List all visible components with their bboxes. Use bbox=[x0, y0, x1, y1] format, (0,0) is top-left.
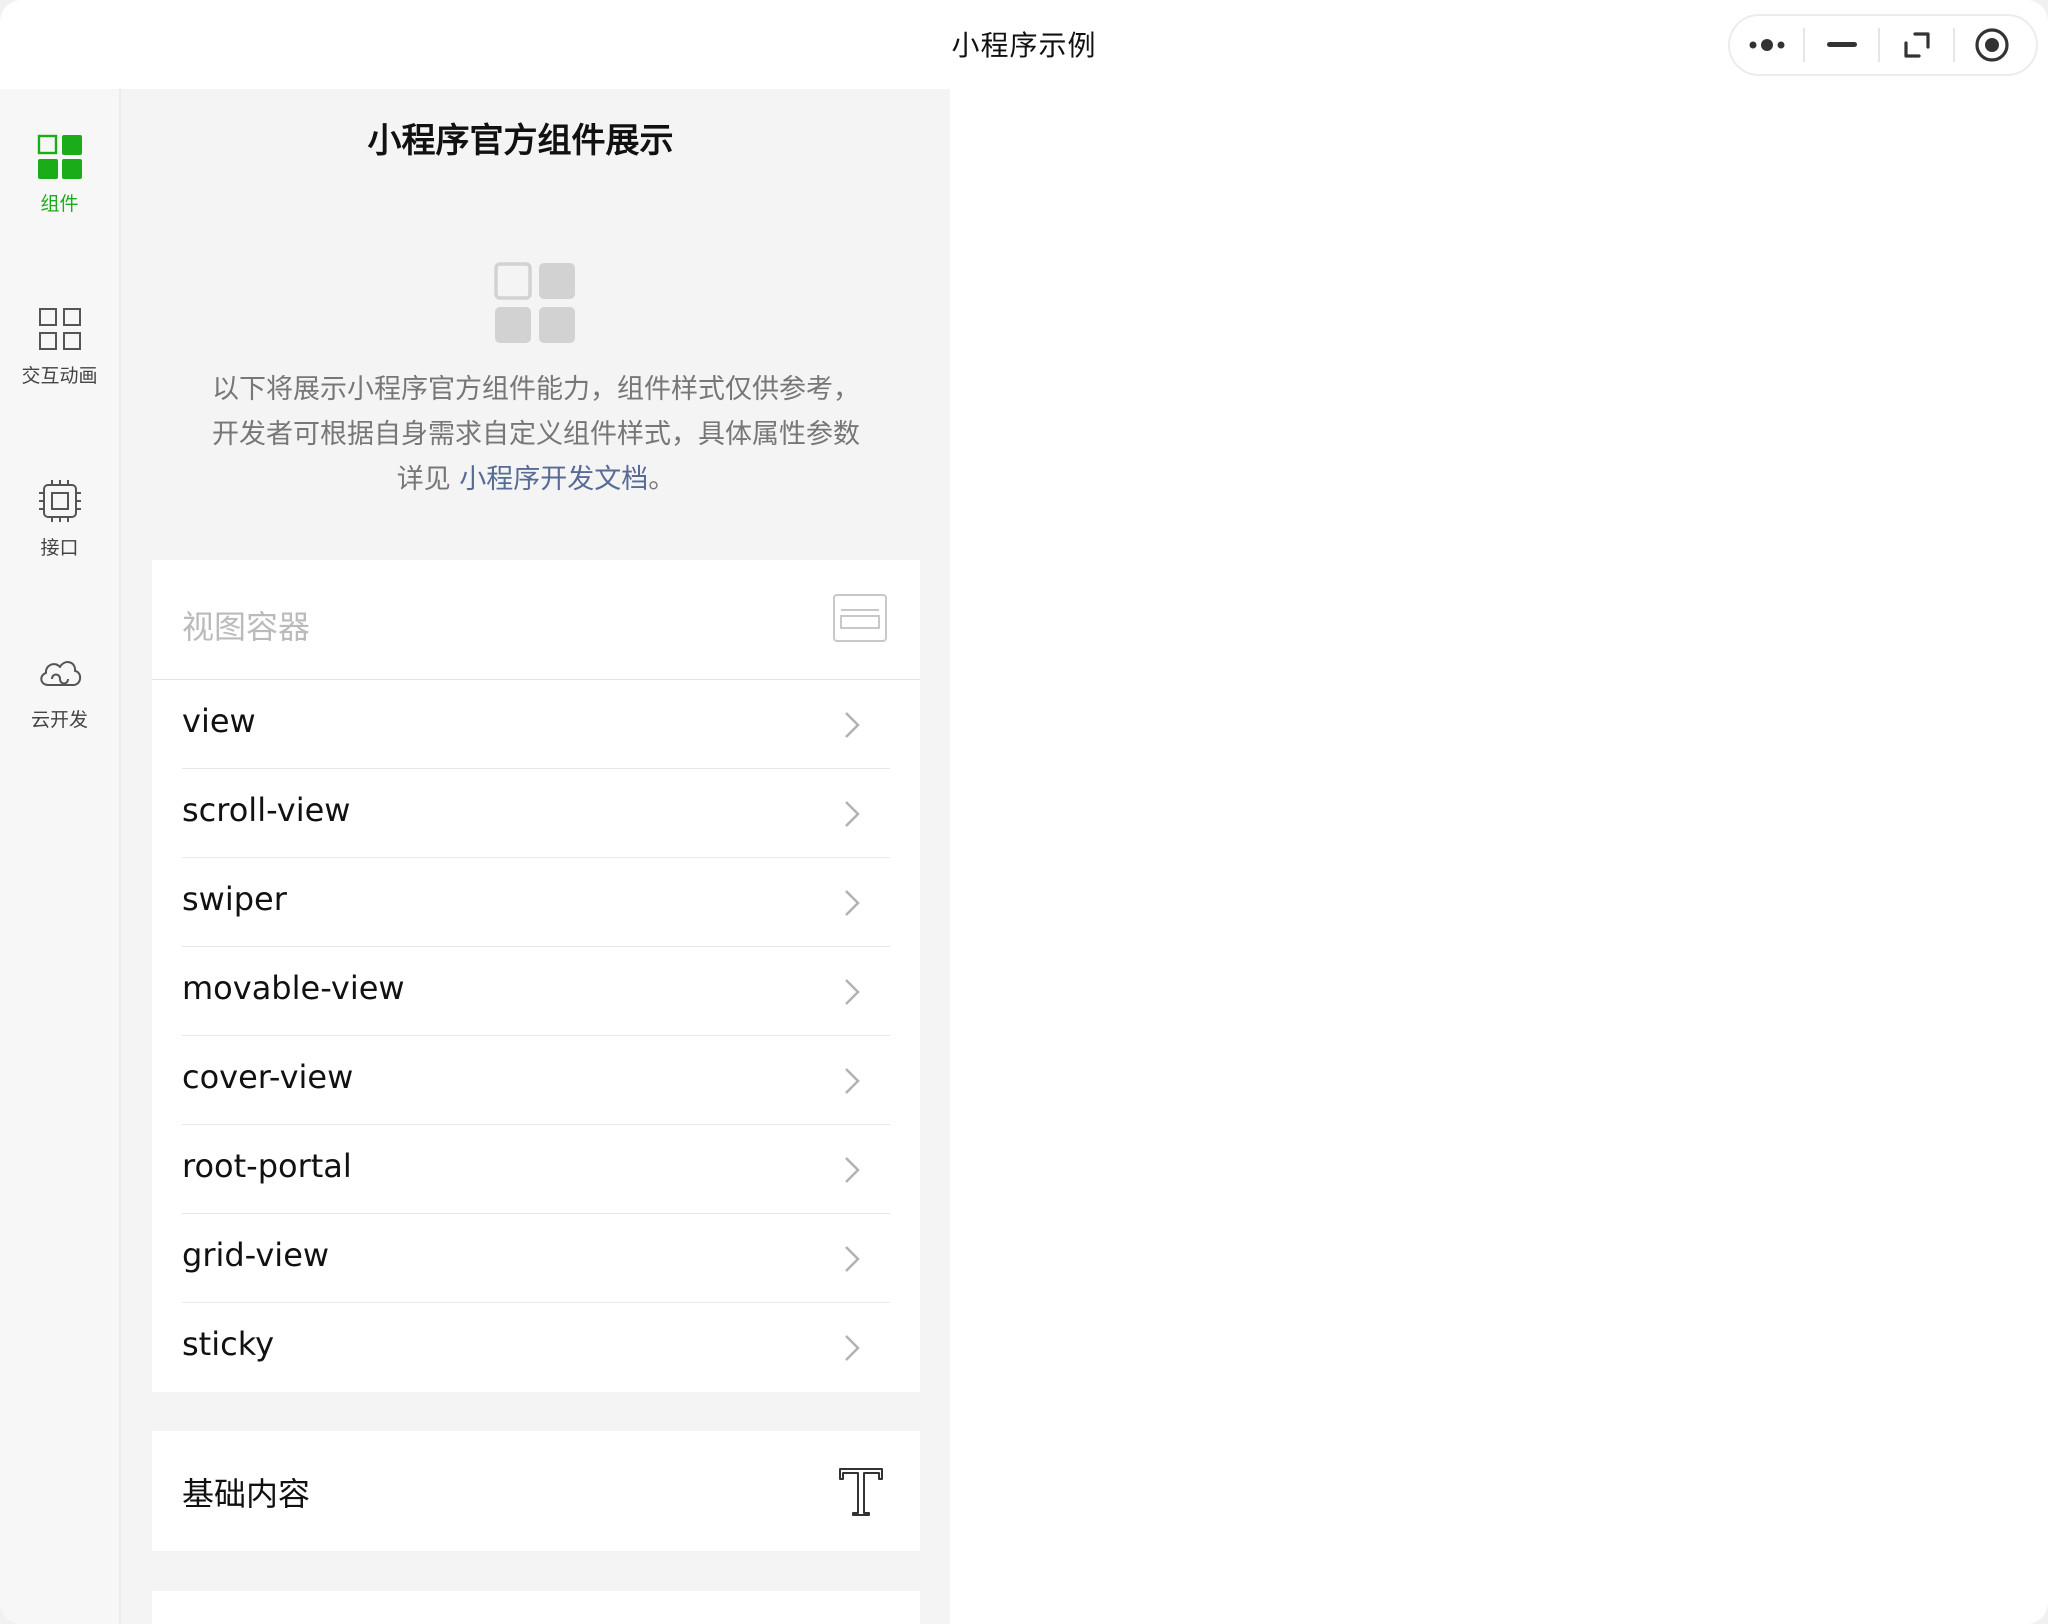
chevron-right-icon bbox=[845, 890, 860, 916]
intro-paragraph: 以下将展示小程序官方组件能力，组件样式仅供参考，开发者可根据自身需求自定义组件样… bbox=[201, 367, 871, 502]
chip-icon bbox=[38, 480, 81, 522]
page-title: 小程序官方组件展示 bbox=[367, 121, 674, 161]
more-icon bbox=[1749, 39, 1784, 51]
chevron-right-icon bbox=[845, 801, 860, 827]
list-item-scroll-view[interactable]: scroll-view bbox=[182, 769, 890, 858]
restore-icon bbox=[1903, 32, 1930, 58]
components-grid-icon bbox=[37, 134, 82, 179]
list-item-movable-view[interactable]: movable-view bbox=[182, 947, 890, 1036]
section-item-list: view scroll-view swiper movable-view cov… bbox=[152, 680, 920, 1392]
list-item-grid-view[interactable]: grid-view bbox=[182, 1214, 890, 1303]
list-item-label: swiper bbox=[182, 880, 287, 918]
section-title: 视图容器 bbox=[182, 608, 311, 646]
section-card-next[interactable] bbox=[152, 1591, 920, 1624]
intro-end: 。 bbox=[648, 464, 676, 495]
chevron-right-icon bbox=[845, 1068, 860, 1094]
tab-interaction[interactable]: 交互动画 bbox=[0, 305, 119, 415]
section-card-basic-content[interactable]: 基础内容 bbox=[152, 1431, 920, 1551]
list-item-label: cover-view bbox=[182, 1058, 354, 1096]
tab-label: 交互动画 bbox=[21, 365, 98, 387]
list-item-swiper[interactable]: swiper bbox=[182, 858, 890, 947]
close-button[interactable] bbox=[1955, 16, 2028, 74]
view-container-icon bbox=[833, 594, 887, 642]
app-window: 小程序示例 组件 交互动画 接口 云开发 小程序官方组件展示 以下将展示小程序官… bbox=[0, 0, 2048, 1624]
components-hero-icon bbox=[494, 262, 575, 343]
list-item-label: scroll-view bbox=[182, 791, 351, 829]
restore-button[interactable] bbox=[1880, 16, 1953, 74]
list-item-label: movable-view bbox=[182, 969, 405, 1007]
list-item-sticky[interactable]: sticky bbox=[182, 1303, 890, 1392]
tab-cloud[interactable]: 云开发 bbox=[0, 649, 119, 759]
capsule-menu bbox=[1728, 14, 2038, 76]
list-item-root-portal[interactable]: root-portal bbox=[182, 1125, 890, 1214]
list-item-view[interactable]: view bbox=[182, 680, 890, 769]
section-header[interactable]: 视图容器 bbox=[152, 560, 920, 680]
list-item-label: grid-view bbox=[182, 1236, 330, 1274]
cloud-icon bbox=[39, 661, 81, 686]
text-t-icon bbox=[839, 1468, 883, 1516]
tab-label: 接口 bbox=[40, 537, 79, 559]
component-list-panel[interactable]: 小程序官方组件展示 以下将展示小程序官方组件能力，组件样式仅供参考，开发者可根据… bbox=[121, 89, 950, 1624]
detail-content-area bbox=[950, 89, 2048, 1624]
title-bar: 小程序示例 bbox=[0, 0, 2048, 89]
tab-label: 云开发 bbox=[30, 709, 88, 731]
tab-label: 组件 bbox=[40, 193, 79, 215]
chevron-right-icon bbox=[845, 979, 860, 1005]
tab-api[interactable]: 接口 bbox=[0, 477, 119, 587]
left-tab-bar: 组件 交互动画 接口 云开发 bbox=[0, 89, 121, 1624]
chevron-right-icon bbox=[845, 1246, 860, 1272]
minimize-button[interactable] bbox=[1805, 16, 1878, 74]
close-circle-icon bbox=[1974, 28, 2009, 62]
chevron-right-icon bbox=[845, 712, 860, 738]
tab-components[interactable]: 组件 bbox=[0, 133, 119, 243]
list-item-label: sticky bbox=[182, 1325, 275, 1363]
interaction-grid-icon bbox=[38, 308, 81, 350]
list-item-label: view bbox=[182, 702, 256, 740]
chevron-right-icon bbox=[845, 1157, 860, 1183]
list-item-label: root-portal bbox=[182, 1147, 352, 1185]
list-item-cover-view[interactable]: cover-view bbox=[182, 1036, 890, 1125]
more-button[interactable] bbox=[1730, 16, 1803, 74]
doc-link[interactable]: 小程序开发文档 bbox=[459, 464, 648, 495]
chevron-right-icon bbox=[845, 1335, 860, 1361]
section-title: 基础内容 bbox=[182, 1475, 311, 1513]
section-card-view-container: 视图容器 view scroll-view swiper movable-vie… bbox=[152, 560, 920, 1392]
minimize-icon bbox=[1826, 42, 1857, 47]
